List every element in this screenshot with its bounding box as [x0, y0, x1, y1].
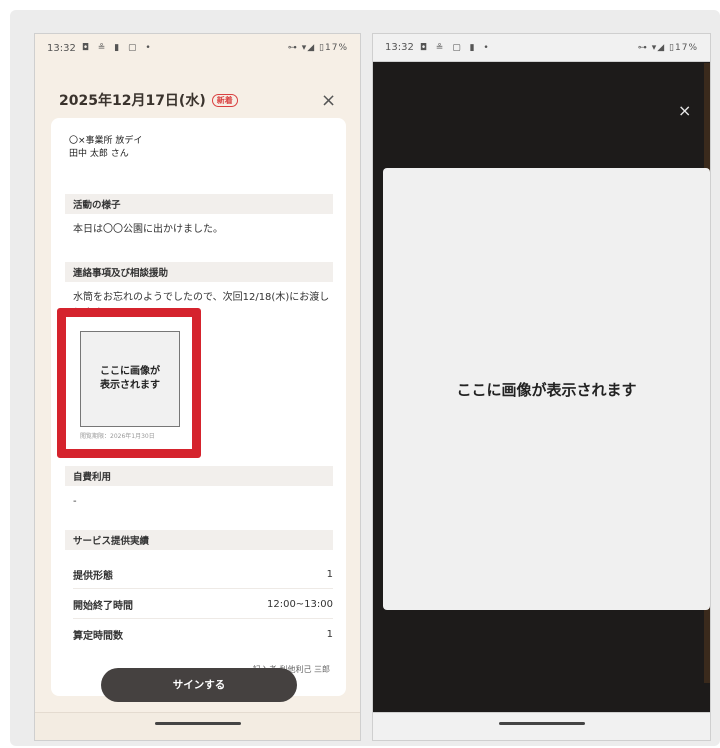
viewer-placeholder-text: ここに画像が表示されます [456, 380, 637, 399]
activity-heading: 活動の様子 [65, 194, 333, 214]
service-row: 算定時間数 1 [73, 620, 333, 648]
row-value: 1 [326, 568, 333, 580]
self-pay-value: - [73, 496, 77, 507]
home-indicator[interactable] [498, 722, 585, 725]
image-viewer: ここに画像が表示されます [383, 168, 710, 610]
notification-icons: ◘ ≗ ▢ ▮ • [419, 42, 492, 53]
status-time: 13:32 [385, 42, 414, 53]
image-placeholder-text: ここに画像が 表示されます [100, 366, 160, 391]
status-bar: 13:32 ◘ ≗ ▢ ▮ • ⊶ ▾◢ ▯17% [373, 34, 710, 62]
home-indicator[interactable] [154, 722, 241, 725]
self-pay-heading: 自費利用 [65, 466, 333, 486]
status-time: 13:32 [47, 42, 76, 54]
close-icon[interactable]: × [678, 102, 691, 120]
row-label: 開始終了時間 [73, 600, 133, 612]
battery-signal-icons: ⊶ ▾◢ ▯17% [287, 43, 348, 53]
close-icon[interactable]: × [321, 92, 336, 110]
phone-right: 13:32 ◘ ≗ ▢ ▮ • ⊶ ▾◢ ▯17% × ここに画像が表示されます [372, 33, 711, 741]
office-info: 〇×事業所 放デイ 田中 太郎 さん [69, 135, 142, 161]
screenshot-frame: 13:32 ◘ ≗ ▮ ▢ • ⊶ ▾◢ ▯17% 2025年12月17日(水)… [10, 10, 720, 746]
activity-text: 本日は〇〇公園に出かけました。 [73, 224, 223, 235]
date-text: 2025年12月17日(水) [59, 93, 206, 109]
nav-bar [35, 712, 360, 740]
notification-icons: ◘ ≗ ▮ ▢ • [81, 43, 154, 53]
contact-heading: 連絡事項及び相談援助 [65, 262, 333, 282]
service-heading: サービス提供実績 [65, 530, 333, 550]
row-label: 提供形態 [73, 570, 113, 582]
service-row: 提供形態 1 [73, 560, 333, 589]
image-highlight-box: ここに画像が 表示されます 閲覧期限：2026年1月30日 [57, 308, 201, 458]
row-value: 12:00~13:00 [266, 598, 333, 610]
nav-bar [373, 712, 710, 740]
office-name: 〇×事業所 放デイ [69, 136, 143, 146]
image-expiry: 閲覧期限：2026年1月30日 [80, 433, 155, 440]
record-date: 2025年12月17日(水) 新着 [59, 90, 238, 110]
person-name: 田中 太郎 さん [69, 149, 129, 159]
status-bar: 13:32 ◘ ≗ ▮ ▢ • ⊶ ▾◢ ▯17% [35, 34, 360, 62]
new-badge: 新着 [211, 93, 238, 107]
row-label: 算定時間数 [73, 630, 123, 642]
row-value: 1 [326, 628, 333, 640]
battery-signal-icons: ⊶ ▾◢ ▯17% [637, 42, 698, 53]
image-thumbnail[interactable]: ここに画像が 表示されます [80, 331, 180, 427]
service-row: 開始終了時間 12:00~13:00 [73, 590, 333, 619]
phone-left: 13:32 ◘ ≗ ▮ ▢ • ⊶ ▾◢ ▯17% 2025年12月17日(水)… [34, 33, 361, 741]
sign-button[interactable]: サインする [101, 668, 297, 702]
